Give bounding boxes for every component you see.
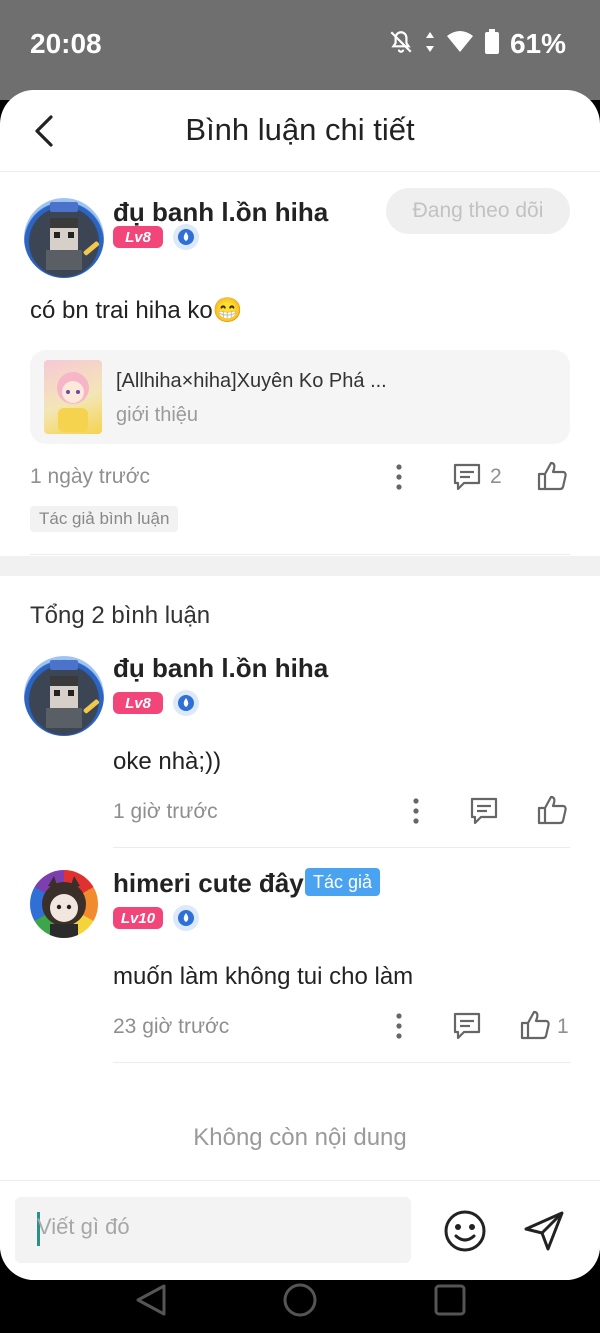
divider xyxy=(113,1062,570,1063)
comment-time: 1 ngày trước xyxy=(30,465,151,488)
main-comment: đụ banh l.ồn hiha Lv8 Đang theo dõi có b… xyxy=(0,172,600,556)
reply-text: muốn làm không tui cho làm xyxy=(113,963,414,990)
avatar-image xyxy=(46,202,100,270)
comment-input-bar: Viết gì đó xyxy=(0,1180,600,1280)
more-vertical-icon xyxy=(413,798,419,824)
story-cover-image xyxy=(44,360,102,434)
reply-button[interactable] xyxy=(450,1009,484,1043)
story-subtitle: giới thiệu xyxy=(116,404,199,426)
water-drop-icon xyxy=(178,695,194,711)
system-nav-bar xyxy=(0,1280,600,1333)
water-drop-icon xyxy=(178,910,194,926)
avatar[interactable] xyxy=(30,870,98,938)
battery-percent: 61% xyxy=(509,28,566,59)
story-card[interactable]: [Allhiha×hiha]Xuyên Ko Phá ... giới thiệ… xyxy=(30,350,570,444)
nav-back-button[interactable] xyxy=(130,1280,170,1320)
author-comment-tag: Tác giả bình luận xyxy=(30,506,179,532)
header: Bình luận chi tiết xyxy=(0,90,600,172)
comment-icon xyxy=(453,1012,481,1040)
level-badge: Lv8 xyxy=(113,692,163,714)
like-button[interactable] xyxy=(534,792,570,828)
emoji-button[interactable] xyxy=(442,1208,488,1254)
battery-icon xyxy=(484,29,500,59)
username[interactable]: himeri cute đây xyxy=(113,868,304,899)
reply-button[interactable] xyxy=(467,794,501,828)
nav-recents-button[interactable] xyxy=(430,1280,470,1320)
more-vertical-icon xyxy=(396,464,402,490)
input-placeholder: Viết gì đó xyxy=(37,1214,130,1239)
story-cover-art xyxy=(57,372,89,432)
like-button[interactable] xyxy=(517,1007,553,1043)
reply-button[interactable] xyxy=(450,460,484,494)
reply-text: oke nhà;)) xyxy=(113,748,222,775)
comment-text: có bn trai hiha ko😁 xyxy=(30,297,243,324)
send-button[interactable] xyxy=(520,1208,568,1254)
avatar-image xyxy=(42,876,86,938)
thumbs-up-icon xyxy=(537,795,567,825)
reply-time: 1 giờ trước xyxy=(113,800,218,823)
story-title: [Allhiha×hiha]Xuyên Ko Phá ... xyxy=(116,370,387,392)
send-icon xyxy=(524,1211,564,1251)
comment-icon xyxy=(470,797,498,825)
status-time: 20:08 xyxy=(30,28,102,59)
more-button[interactable] xyxy=(386,1009,412,1043)
comment-icon xyxy=(453,463,481,491)
more-button[interactable] xyxy=(386,460,412,494)
bell-muted-icon xyxy=(388,29,414,59)
divider xyxy=(30,554,570,555)
username[interactable]: đụ banh l.ồn hiha xyxy=(113,653,328,684)
water-drop-icon xyxy=(178,229,194,245)
username[interactable]: đụ banh l.ồn hiha xyxy=(113,197,328,228)
author-tag: Tác giả xyxy=(305,868,381,896)
end-of-content-text: Không còn nội dung xyxy=(193,1124,407,1151)
avatar-image xyxy=(46,660,100,728)
like-count: 1 xyxy=(557,1015,569,1038)
avatar[interactable] xyxy=(24,656,104,736)
nav-home-button[interactable] xyxy=(280,1280,320,1320)
avatar[interactable] xyxy=(24,198,104,278)
drop-badge xyxy=(173,905,199,931)
replies-count-heading: Tổng 2 bình luận xyxy=(30,602,211,629)
thumbs-up-icon xyxy=(520,1010,550,1040)
section-separator xyxy=(0,556,600,576)
triangle-back-icon xyxy=(136,1284,166,1316)
like-button[interactable] xyxy=(534,458,570,494)
data-arrows-icon xyxy=(424,30,436,58)
status-bar: 20:08 61% xyxy=(0,0,600,100)
drop-badge xyxy=(173,690,199,716)
reply-time: 23 giờ trước xyxy=(113,1015,230,1038)
page-title: Bình luận chi tiết xyxy=(185,112,415,147)
wifi-icon xyxy=(446,30,474,58)
more-vertical-icon xyxy=(396,1013,402,1039)
level-badge: Lv10 xyxy=(113,907,163,929)
divider xyxy=(113,847,570,848)
comment-input[interactable]: Viết gì đó xyxy=(15,1197,411,1263)
thumbs-up-icon xyxy=(537,461,567,491)
circle-home-icon xyxy=(283,1283,317,1317)
smiley-icon xyxy=(444,1210,486,1252)
comment-detail-sheet: Bình luận chi tiết đụ banh l.ồn hiha Lv8… xyxy=(0,90,600,1280)
level-badge: Lv8 xyxy=(113,226,163,248)
reply-count: 2 xyxy=(490,465,502,488)
status-icons: 61% xyxy=(388,28,566,60)
drop-badge xyxy=(173,224,199,250)
following-button[interactable]: Đang theo dõi xyxy=(386,188,570,234)
square-recents-icon xyxy=(434,1284,466,1316)
more-button[interactable] xyxy=(403,794,429,828)
